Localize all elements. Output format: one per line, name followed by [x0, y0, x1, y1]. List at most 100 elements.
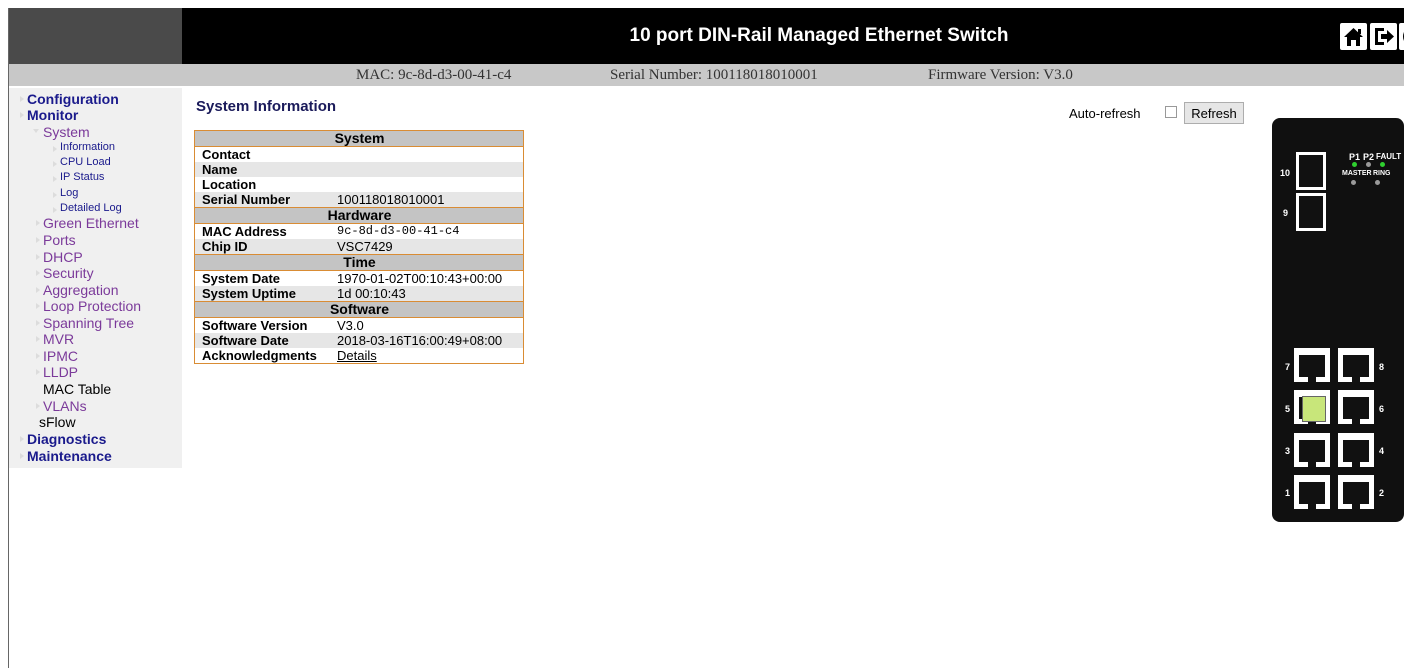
port-label-3: 3: [1285, 446, 1291, 456]
nav-loop-protection[interactable]: Loop Protection: [35, 298, 141, 314]
nav-information[interactable]: Information: [52, 141, 115, 153]
help-icon[interactable]: [1399, 23, 1404, 50]
port-label-4: 4: [1379, 446, 1385, 456]
led-label-fault: FAULT: [1376, 152, 1402, 161]
led-master: [1351, 180, 1356, 185]
table-row: Chip ID VSC7429: [194, 239, 524, 255]
logout-icon[interactable]: [1370, 23, 1397, 50]
page-header-title: 10 port DIN-Rail Managed Ethernet Switch: [629, 25, 1009, 46]
port-label-8: 8: [1379, 362, 1385, 372]
nav-sflow[interactable]: sFlow: [39, 414, 76, 430]
rj45-port-6[interactable]: [1338, 390, 1374, 424]
led-label-p1: P1: [1349, 152, 1361, 162]
nav-vlans[interactable]: VLANs: [36, 398, 87, 414]
port-5-link-indicator: [1302, 396, 1326, 422]
rj45-port-8[interactable]: [1338, 348, 1374, 382]
nav-cpu-load[interactable]: CPU Load: [53, 156, 111, 168]
nav-diagnostics[interactable]: Diagnostics: [19, 431, 106, 447]
sidebar-nav: Configuration Monitor System Information…: [9, 88, 182, 468]
name-label: Name: [194, 162, 330, 177]
sw-date-label: Software Date: [194, 333, 330, 348]
home-icon[interactable]: [1340, 23, 1367, 50]
table-row: System Uptime 1d 00:10:43: [194, 286, 524, 302]
section-header-hardware: Hardware: [194, 207, 524, 224]
nav-mac-table[interactable]: MAC Table: [43, 381, 111, 397]
location-label: Location: [194, 177, 330, 192]
serial-value: 100118018010001: [330, 192, 524, 208]
switch-front-panel: P1 P2 FAULT MASTER RING 10 9 7 8 5 6 3 4…: [1272, 118, 1404, 522]
nav-aggregation[interactable]: Aggregation: [36, 282, 119, 298]
nav-log[interactable]: Log: [52, 187, 78, 199]
table-row: Location: [194, 177, 524, 192]
led-ring: [1375, 180, 1380, 185]
nav-dhcp[interactable]: DHCP: [36, 249, 83, 265]
date-label: System Date: [194, 270, 330, 286]
table-row: System Date 1970-01-02T00:10:43+00:00: [194, 270, 524, 286]
auto-refresh-checkbox[interactable]: [1165, 106, 1177, 118]
mac-value: 9c-8d-d3-00-41-c4: [330, 223, 524, 239]
mac-label: MAC Address: [194, 223, 330, 239]
section-header-time: Time: [194, 254, 524, 271]
rj45-port-2[interactable]: [1338, 475, 1374, 509]
led-p1: [1352, 162, 1357, 167]
nav-ip-status[interactable]: IP Status: [52, 171, 104, 183]
nav-detailed-log[interactable]: Detailed Log: [53, 202, 122, 214]
firmware-info: Firmware Version: V3.0: [928, 67, 1073, 83]
rj45-port-4[interactable]: [1338, 433, 1374, 467]
location-value: [330, 177, 524, 192]
serial-label: Serial Number: [194, 192, 330, 208]
nav-configuration[interactable]: Configuration: [20, 91, 119, 107]
table-row: Software Date 2018-03-16T16:00:49+08:00: [194, 333, 524, 348]
serial-info: Serial Number: 100118018010001: [610, 67, 818, 83]
table-row: Acknowledgments Details: [194, 348, 524, 364]
ack-label: Acknowledgments: [194, 348, 330, 364]
led-label-ring: RING: [1373, 170, 1391, 177]
table-row: Serial Number 100118018010001: [194, 192, 524, 208]
port-label-5: 5: [1285, 404, 1291, 414]
date-value: 1970-01-02T00:10:43+00:00: [330, 270, 524, 286]
table-row: Name: [194, 162, 524, 177]
rj45-port-1[interactable]: [1294, 475, 1330, 509]
rj45-port-3[interactable]: [1294, 433, 1330, 467]
uptime-label: System Uptime: [194, 286, 330, 302]
nav-ipmc[interactable]: IPMC: [36, 348, 78, 364]
contact-label: Contact: [194, 146, 330, 162]
name-value: [330, 162, 524, 177]
port-label-9: 9: [1283, 208, 1289, 218]
nav-ports[interactable]: Ports: [36, 232, 76, 248]
rj45-port-7[interactable]: [1294, 348, 1330, 382]
sw-version-label: Software Version: [194, 317, 330, 333]
table-row: Software Version V3.0: [194, 317, 524, 333]
led-label-p2: P2: [1363, 152, 1375, 162]
details-link[interactable]: Details: [337, 348, 377, 363]
nav-maintenance[interactable]: Maintenance: [20, 448, 112, 464]
port-label-1: 1: [1285, 488, 1291, 498]
sfp-port-9[interactable]: [1296, 193, 1326, 231]
led-label-master: MASTER: [1342, 170, 1372, 177]
nav-green-ethernet[interactable]: Green Ethernet: [36, 215, 139, 231]
chip-value: VSC7429: [330, 239, 524, 255]
device-info-bar: MAC: 9c-8d-d3-00-41-c4 Serial Number: 10…: [9, 64, 1404, 86]
sw-date-value: 2018-03-16T16:00:49+08:00: [330, 333, 524, 348]
section-header-software: Software: [194, 301, 524, 318]
nav-spanning-tree[interactable]: Spanning Tree: [35, 315, 134, 331]
nav-monitor[interactable]: Monitor: [19, 107, 78, 123]
refresh-button[interactable]: Refresh: [1184, 102, 1244, 124]
port-label-10: 10: [1280, 168, 1291, 178]
mac-info: MAC: 9c-8d-d3-00-41-c4: [356, 67, 512, 83]
logo-area: [9, 8, 182, 64]
led-fault: [1380, 162, 1385, 167]
table-row: MAC Address 9c-8d-d3-00-41-c4: [194, 223, 524, 239]
chip-label: Chip ID: [194, 239, 330, 255]
port-label-6: 6: [1379, 404, 1385, 414]
led-p2: [1366, 162, 1371, 167]
nav-system[interactable]: System: [33, 124, 90, 140]
sfp-port-10[interactable]: [1296, 152, 1326, 190]
nav-security[interactable]: Security: [36, 265, 94, 281]
system-info-table: System Contact Name Location Serial Numb…: [194, 130, 524, 364]
table-row: Contact: [194, 146, 524, 162]
nav-lldp[interactable]: LLDP: [35, 364, 78, 380]
nav-mvr[interactable]: MVR: [35, 331, 74, 347]
auto-refresh-label: Auto-refresh: [1069, 106, 1141, 121]
port-label-2: 2: [1379, 488, 1385, 498]
